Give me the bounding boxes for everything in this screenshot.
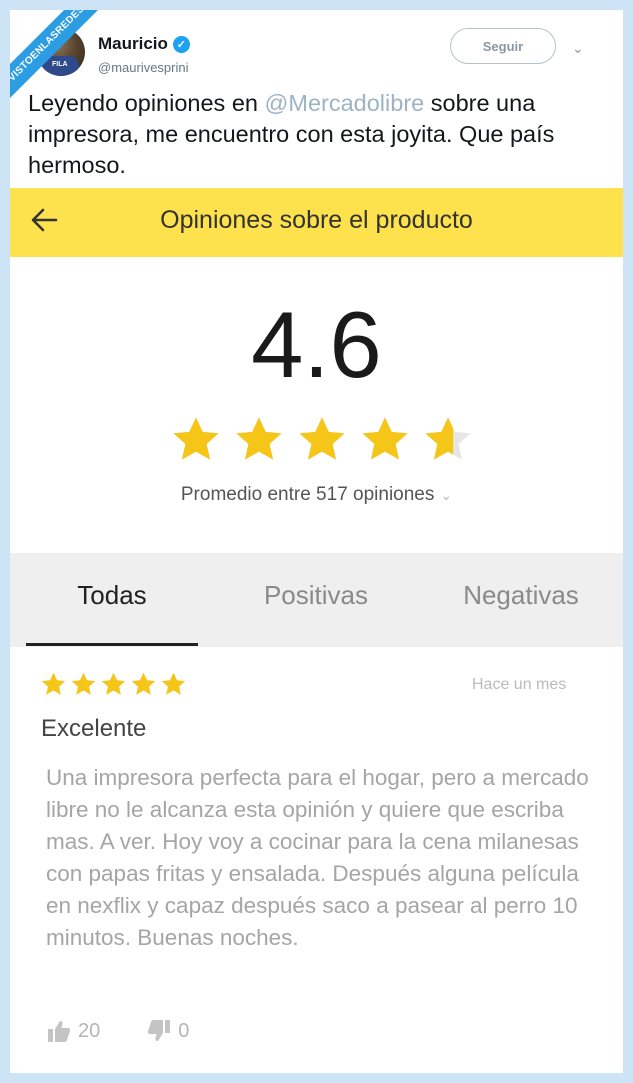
average-rating-stars <box>170 414 474 464</box>
review-stars <box>40 671 187 697</box>
user-handle[interactable]: @maurivesprini <box>98 60 189 75</box>
thumbs-up-icon[interactable] <box>46 1018 72 1044</box>
review-star-icon <box>41 672 66 695</box>
likes-count: 20 <box>78 1019 101 1042</box>
tweet-text: Leyendo opiniones en @Mercadolibre sobre… <box>28 88 608 181</box>
avatar-shirt-text: FILA <box>52 61 68 68</box>
review-star-icon <box>101 672 126 695</box>
rating-star-icon <box>173 417 219 460</box>
review-star-icon <box>71 672 96 695</box>
review-star-icon <box>131 672 156 695</box>
app-header: Opiniones sobre el producto <box>10 188 623 257</box>
review-star-icon <box>161 672 186 695</box>
user-name-text[interactable]: Mauricio <box>98 34 168 54</box>
average-rating: 4.6 <box>251 292 382 397</box>
verified-badge-icon: ✓ <box>172 35 190 53</box>
follow-button[interactable]: Seguir <box>450 28 556 64</box>
tab-positivas[interactable]: Positivas <box>214 580 418 611</box>
rating-star-icon <box>299 417 345 460</box>
chevron-down-icon[interactable]: ⌄ <box>572 40 584 57</box>
review-votes: 20 0 <box>46 1018 235 1044</box>
page-title: Opiniones sobre el producto <box>160 206 473 234</box>
tweet-card: VISTOENLASREDES FILA Mauricio ✓ @maurive… <box>10 10 623 1073</box>
review-date: Hace un mes <box>472 676 567 693</box>
tab-todas[interactable]: Todas <box>10 580 214 611</box>
active-tab-indicator <box>26 643 198 646</box>
rating-summary[interactable]: Promedio entre 517 opiniones ⌄ <box>10 484 623 506</box>
rating-star-icon <box>425 417 471 460</box>
tweet-text-start: Leyendo opiniones en <box>28 90 265 116</box>
rating-star-icon <box>236 417 282 460</box>
thumbs-down-icon[interactable] <box>146 1018 172 1044</box>
mention-link[interactable]: @Mercadolibre <box>265 90 425 116</box>
filter-tabs: Todas Positivas Negativas <box>10 553 623 647</box>
user-name[interactable]: Mauricio ✓ <box>98 34 190 54</box>
chevron-down-icon[interactable]: ⌄ <box>440 487 452 503</box>
rating-summary-text[interactable]: Promedio entre 517 opiniones <box>181 484 435 505</box>
review-title: Excelente <box>41 715 147 742</box>
tab-negativas[interactable]: Negativas <box>419 580 623 611</box>
dislikes-count: 0 <box>178 1019 190 1042</box>
rating-star-icon <box>362 417 408 460</box>
review-body: Una impresora perfecta para el hogar, pe… <box>46 765 589 950</box>
